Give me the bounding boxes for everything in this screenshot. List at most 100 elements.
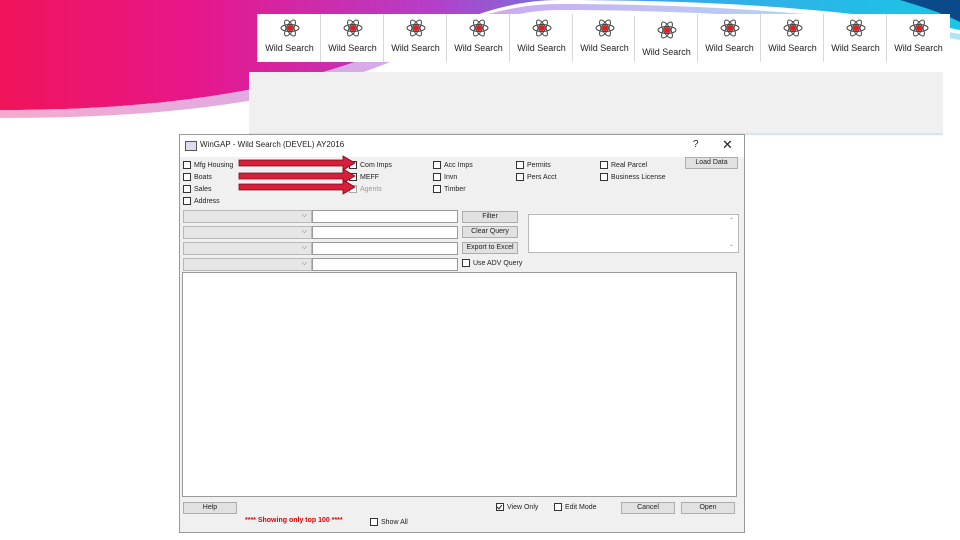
checkbox-address[interactable]: Address — [183, 197, 220, 206]
checkbox-box[interactable] — [349, 173, 357, 181]
checkbox-box[interactable] — [349, 161, 357, 169]
tab-wild-search[interactable]: Wild Search — [634, 16, 698, 62]
query-value-input-2[interactable] — [312, 226, 458, 239]
checkbox-label: Mfg Housing — [194, 162, 234, 169]
tab-label: Wild Search — [454, 43, 503, 53]
tab-wild-search[interactable]: Wild Search — [383, 14, 447, 62]
checkbox-view-only[interactable]: View Only — [496, 503, 538, 512]
tab-label: Wild Search — [642, 47, 691, 57]
query-field-select-1[interactable]: ⌵ — [183, 210, 312, 223]
open-button[interactable]: Open — [681, 502, 735, 514]
checkbox-timber[interactable]: Timber — [433, 185, 466, 194]
tab-wild-search[interactable]: Wild Search — [572, 14, 636, 62]
checkbox-permits[interactable]: Permits — [516, 161, 551, 170]
query-value-input-1[interactable] — [312, 210, 458, 223]
checkbox-boats[interactable]: Boats — [183, 173, 212, 182]
query-value-input-3[interactable] — [312, 242, 458, 255]
export-to-excel-button[interactable]: Export to Excel — [462, 242, 518, 254]
atom-icon — [280, 18, 300, 38]
checkbox-box[interactable] — [349, 185, 357, 193]
checkbox-sales[interactable]: Sales — [183, 185, 212, 194]
checkbox-box[interactable] — [516, 173, 524, 181]
tab-wild-search[interactable]: Wild Search — [823, 14, 887, 62]
help-question-button[interactable]: ? — [693, 139, 699, 150]
checkbox-business-license[interactable]: Business License — [600, 173, 665, 182]
checkbox-box[interactable] — [600, 161, 608, 169]
checkbox-pers-acct[interactable]: Pers Acct — [516, 173, 557, 182]
tab-wild-search[interactable]: Wild Search — [697, 14, 761, 62]
query-field-select-4[interactable]: ⌵ — [183, 258, 312, 271]
checkbox-label: Boats — [194, 174, 212, 181]
tab-wild-search[interactable]: Wild Search — [760, 14, 824, 62]
scroll-up-icon[interactable]: ⌃ — [729, 217, 734, 224]
checkbox-box[interactable] — [370, 518, 378, 526]
checkbox-box[interactable] — [462, 259, 470, 267]
checkbox-invn[interactable]: Invn — [433, 173, 457, 182]
tab-label: Wild Search — [580, 43, 629, 53]
tab-label: Wild Search — [328, 43, 377, 53]
checkbox-acc-imps[interactable]: Acc Imps — [433, 161, 473, 170]
tab-wild-search[interactable]: Wild Search — [320, 14, 384, 62]
checkbox-agents[interactable]: Agents — [349, 185, 382, 194]
checkbox-label: Acc Imps — [444, 162, 473, 169]
chevron-down-icon: ⌵ — [301, 228, 307, 235]
checkbox-box[interactable] — [554, 503, 562, 511]
checkbox-label: MEFF — [360, 174, 380, 181]
query-field-select-3[interactable]: ⌵ — [183, 242, 312, 255]
checkbox-real-parcel[interactable]: Real Parcel — [600, 161, 647, 170]
checkbox-label: Agents — [360, 186, 382, 193]
checkbox-box[interactable] — [183, 173, 191, 181]
checkbox-meff[interactable]: MEFF — [349, 173, 379, 182]
query-value-input-4[interactable] — [312, 258, 458, 271]
checkbox-label: Com Imps — [360, 162, 392, 169]
load-data-button[interactable]: Load Data — [685, 157, 738, 169]
checkbox-box[interactable] — [600, 173, 608, 181]
tab-wild-search[interactable]: Wild Search — [509, 14, 573, 62]
checkbox-use-adv-query[interactable]: Use ADV Query — [462, 259, 522, 268]
checkbox-label: Pers Acct — [527, 174, 557, 181]
atom-icon — [846, 18, 866, 38]
atom-icon — [406, 18, 426, 38]
app-window-icon — [185, 141, 197, 151]
checkbox-label: Business License — [611, 174, 666, 181]
checkbox-box[interactable] — [183, 197, 191, 205]
cancel-button[interactable]: Cancel — [621, 502, 675, 514]
close-window-button[interactable]: ✕ — [722, 137, 733, 153]
atom-icon — [595, 18, 615, 38]
atom-icon — [909, 18, 929, 38]
checkbox-label: View Only — [507, 504, 539, 511]
checkbox-box[interactable] — [433, 185, 441, 193]
search-tab-strip — [249, 72, 943, 134]
checkbox-box[interactable] — [433, 173, 441, 181]
results-grid[interactable] — [182, 272, 737, 497]
tab-wild-search[interactable]: Wild Search — [886, 14, 950, 62]
tab-label: Wild Search — [768, 43, 817, 53]
checkbox-box[interactable] — [516, 161, 524, 169]
textarea-scrollbar[interactable]: ⌃ ⌄ — [728, 215, 738, 252]
scroll-down-icon[interactable]: ⌄ — [729, 241, 734, 248]
checkbox-box[interactable] — [183, 161, 191, 169]
checkbox-com-imps[interactable]: Com Imps — [349, 161, 392, 170]
checkbox-show-all[interactable]: Show All — [370, 518, 408, 527]
title-bar[interactable]: WinGAP - Wild Search (DEVEL) AY2016 ? ✕ — [180, 135, 744, 157]
checkbox-label: Address — [194, 198, 220, 205]
tab-wild-search[interactable]: Wild Search — [257, 14, 321, 62]
checkbox-edit-mode[interactable]: Edit Mode — [554, 503, 597, 512]
atom-icon — [343, 18, 363, 38]
clear-query-button[interactable]: Clear Query — [462, 226, 518, 238]
checkbox-box-checked[interactable] — [496, 503, 504, 511]
adv-query-textarea[interactable]: ⌃ ⌄ — [528, 214, 739, 253]
filter-button[interactable]: Filter — [462, 211, 518, 223]
checkbox-mfg-housing[interactable]: Mfg Housing — [183, 161, 233, 170]
tab-label: Wild Search — [705, 43, 754, 53]
help-button[interactable]: Help — [183, 502, 237, 514]
checkbox-label: Show All — [381, 519, 408, 526]
tab-label: Wild Search — [894, 43, 943, 53]
tab-wild-search[interactable]: Wild Search — [446, 14, 510, 62]
checkbox-box[interactable] — [183, 185, 191, 193]
atom-icon — [657, 20, 677, 40]
chevron-down-icon: ⌵ — [301, 212, 307, 219]
checkbox-box[interactable] — [433, 161, 441, 169]
checkbox-label: Sales — [194, 186, 212, 193]
query-field-select-2[interactable]: ⌵ — [183, 226, 312, 239]
